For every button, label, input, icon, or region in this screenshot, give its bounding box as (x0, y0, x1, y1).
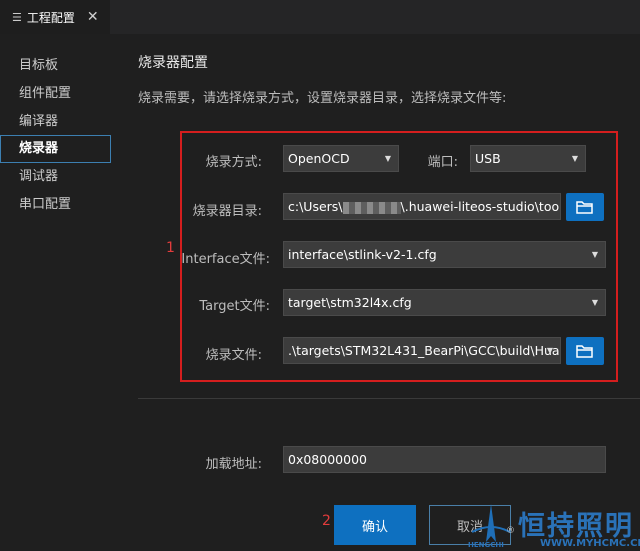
menu-icon: ☰ (12, 10, 22, 24)
watermark-logo: 恒持照明 ® HENGCHI WWW.MYHCMC.CN (466, 500, 640, 551)
watermark-reg: ® (506, 526, 515, 536)
tab-title: 工程配置 (26, 10, 75, 25)
burn-file-value: .\targets\STM32L431_BearPi\GCC\build\Hua… (288, 343, 561, 358)
sidebar: 目标板 组件配置 编译器 烧录器 调试器 串口配置 (0, 34, 112, 551)
sidebar-item-components[interactable]: 组件配置 (0, 80, 111, 108)
burn-file-select[interactable]: .\targets\STM32L431_BearPi\GCC\build\Hua… (283, 337, 561, 364)
close-icon[interactable]: ✕ (87, 9, 99, 25)
annotation-1: 1 (166, 240, 175, 256)
load-address-label: 加载地址: (205, 457, 262, 472)
burn-method-label: 烧录方式: (205, 155, 262, 170)
load-address-input[interactable]: 0x08000000 (283, 446, 606, 473)
interface-file-value: interface\stlink-v2-1.cfg (288, 247, 437, 262)
port-label: 端口: (427, 155, 458, 170)
interface-file-select[interactable]: interface\stlink-v2-1.cfg (283, 241, 606, 268)
target-file-select[interactable]: target\stm32l4x.cfg (283, 289, 606, 316)
port-select[interactable]: USB (470, 145, 586, 172)
page-description: 烧录需要，请选择烧录方式，设置烧录器目录，选择烧录文件等: (138, 91, 507, 106)
tab-bar: ☰ 工程配置 ✕ (0, 0, 640, 34)
redacted-username (342, 201, 401, 214)
watermark-sub: HENGCHI (468, 541, 504, 549)
sidebar-item-burner[interactable]: 烧录器 (0, 135, 111, 163)
sidebar-item-compiler[interactable]: 编译器 (0, 108, 111, 136)
burn-file-label: 烧录文件: (205, 348, 262, 363)
sidebar-item-debugger[interactable]: 调试器 (0, 163, 111, 191)
confirm-button[interactable]: 确认 (334, 505, 416, 545)
section-divider (138, 398, 640, 399)
sidebar-item-target-board[interactable]: 目标板 (0, 52, 111, 80)
folder-icon (576, 201, 593, 214)
browse-burn-file-button[interactable] (566, 337, 604, 365)
folder-icon (576, 345, 593, 358)
burner-dir-value: c:\Users\ (288, 199, 343, 214)
interface-file-label: Interface文件: (181, 252, 270, 267)
watermark-url: WWW.MYHCMC.CN (540, 538, 640, 549)
target-file-value: target\stm32l4x.cfg (288, 295, 412, 310)
burner-dir-label: 烧录器目录: (192, 204, 262, 219)
load-address-value: 0x08000000 (288, 452, 367, 467)
target-file-label: Target文件: (199, 299, 270, 314)
tab-project-config[interactable]: ☰ 工程配置 ✕ (0, 0, 110, 34)
burn-method-select[interactable]: OpenOCD (283, 145, 399, 172)
page-title: 烧录器配置 (138, 55, 208, 71)
annotation-2: 2 (322, 513, 331, 529)
port-value: USB (475, 151, 501, 166)
burn-method-value: OpenOCD (288, 151, 350, 166)
browse-burner-dir-button[interactable] (566, 193, 604, 221)
sidebar-item-serial-config[interactable]: 串口配置 (0, 191, 111, 219)
burner-dir-value-suffix: \.huawei-liteos-studio\tools\Ope (400, 199, 560, 214)
burner-dir-input[interactable]: c:\Users\ \.huawei-liteos-studio\tools\Op… (283, 193, 561, 220)
